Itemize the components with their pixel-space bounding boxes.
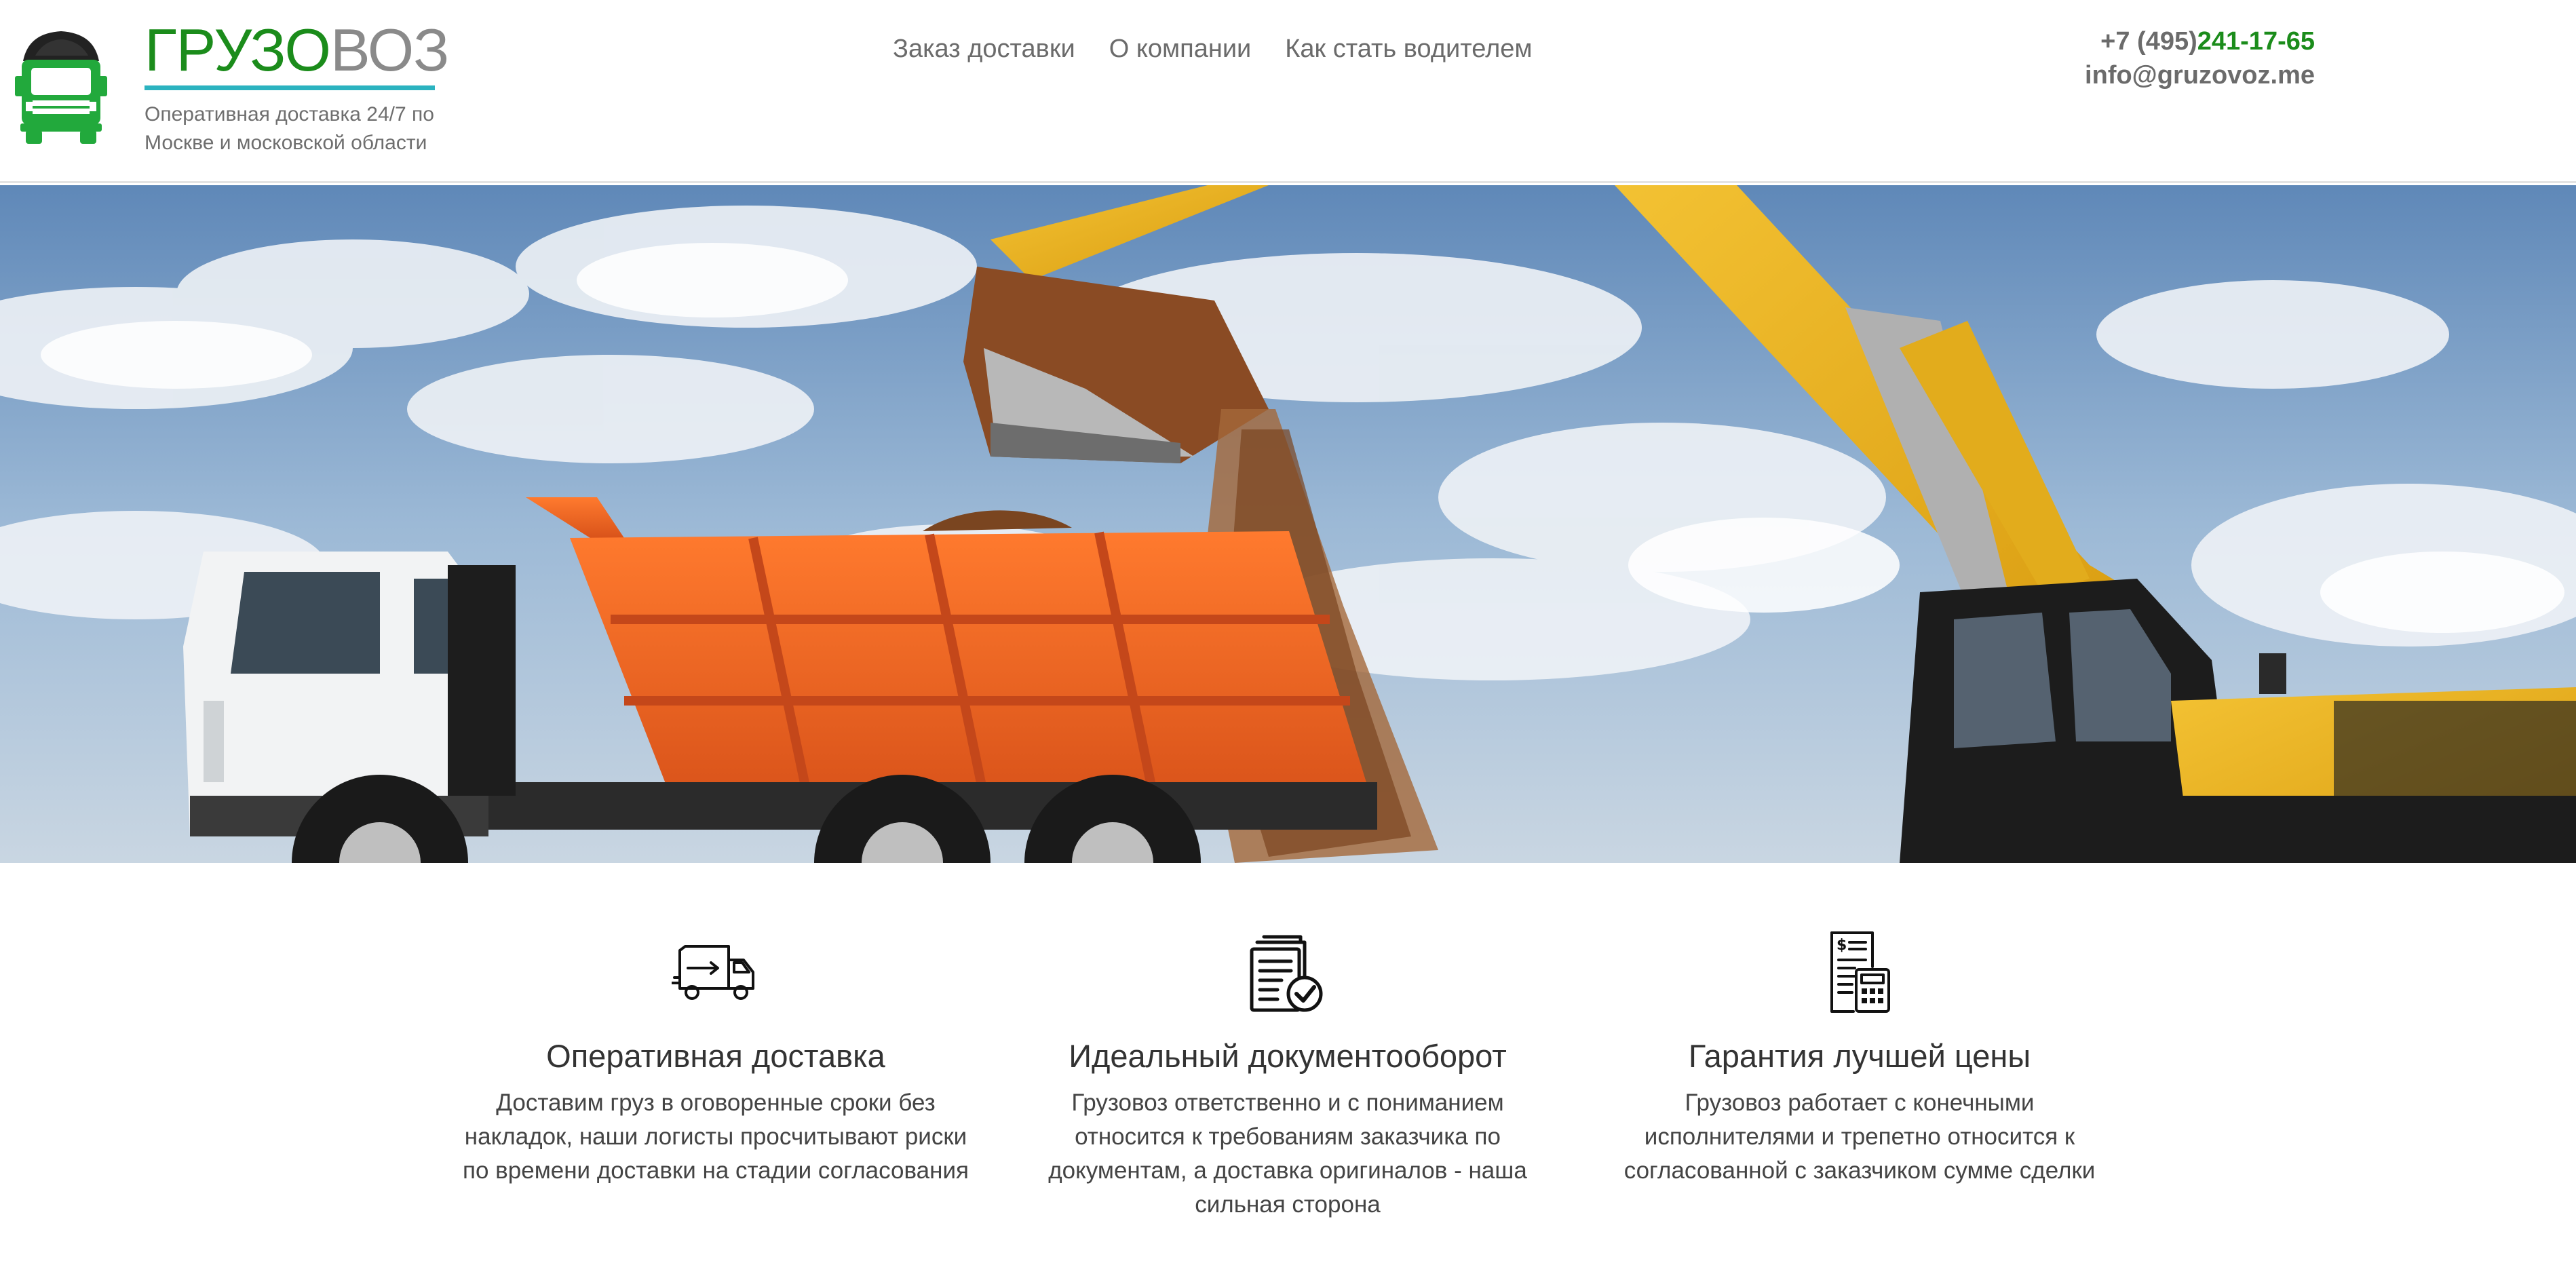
invoice-calculator-icon: $	[1830, 931, 1890, 1013]
header-contacts: +7 (495)241-17-65 info@gruzovoz.me	[2085, 24, 2315, 92]
feature-text: Грузовоз ответственно и с пониманием отн…	[1048, 1089, 1527, 1218]
main-nav: Заказ доставки О компании Как стать води…	[893, 33, 1533, 65]
feature-text: Грузовоз работает с конечными исполнител…	[1623, 1089, 2096, 1184]
brand-name-part2: ВОЗ	[330, 16, 449, 83]
site-header: ГРУЗОВОЗ Оперативная доставка 24/7 по Мо…	[0, 0, 2576, 183]
hero-photo	[0, 185, 2576, 863]
brand-name-part1: ГРУЗО	[145, 16, 331, 83]
feature-best-price: $ Гарантия лучшей цены Грузовоз работает…	[1595, 927, 2124, 1188]
feature-text: Доставим груз в оговоренные сроки без на…	[463, 1089, 969, 1184]
hero-banner	[0, 185, 2576, 863]
svg-text:$: $	[1837, 937, 1847, 954]
phone-prefix: +7 (495)	[2100, 27, 2197, 56]
documents-check-icon	[1250, 935, 1323, 1012]
nav-become-driver[interactable]: Как стать водителем	[1285, 33, 1532, 65]
brand-tagline: Оперативная доставка 24/7 по Москве и мо…	[145, 103, 434, 154]
truck-logo-icon	[15, 31, 107, 144]
nav-order-delivery[interactable]: Заказ доставки	[893, 33, 1075, 65]
phone-number: 241-17-65	[2197, 27, 2315, 56]
features-section: Оперативная доставка Доставим груз в ого…	[0, 863, 2576, 1274]
feature-documents: Идеальный документооборот Грузовоз ответ…	[1023, 927, 1552, 1222]
feature-title: Гарантия лучшей цены	[1688, 1038, 2031, 1074]
brand-underline	[145, 85, 435, 90]
phone-link[interactable]: +7 (495)241-17-65	[2085, 24, 2315, 58]
feature-title: Идеальный документооборот	[1069, 1038, 1507, 1074]
feature-fast-delivery: Оперативная доставка Доставим груз в ого…	[451, 927, 980, 1188]
brand-name: ГРУЗОВОЗ	[145, 16, 449, 84]
email-link[interactable]: info@gruzovoz.me	[2085, 58, 2315, 92]
delivery-truck-icon	[672, 945, 754, 1000]
nav-about-company[interactable]: О компании	[1109, 33, 1252, 65]
feature-title: Оперативная доставка	[546, 1038, 885, 1074]
